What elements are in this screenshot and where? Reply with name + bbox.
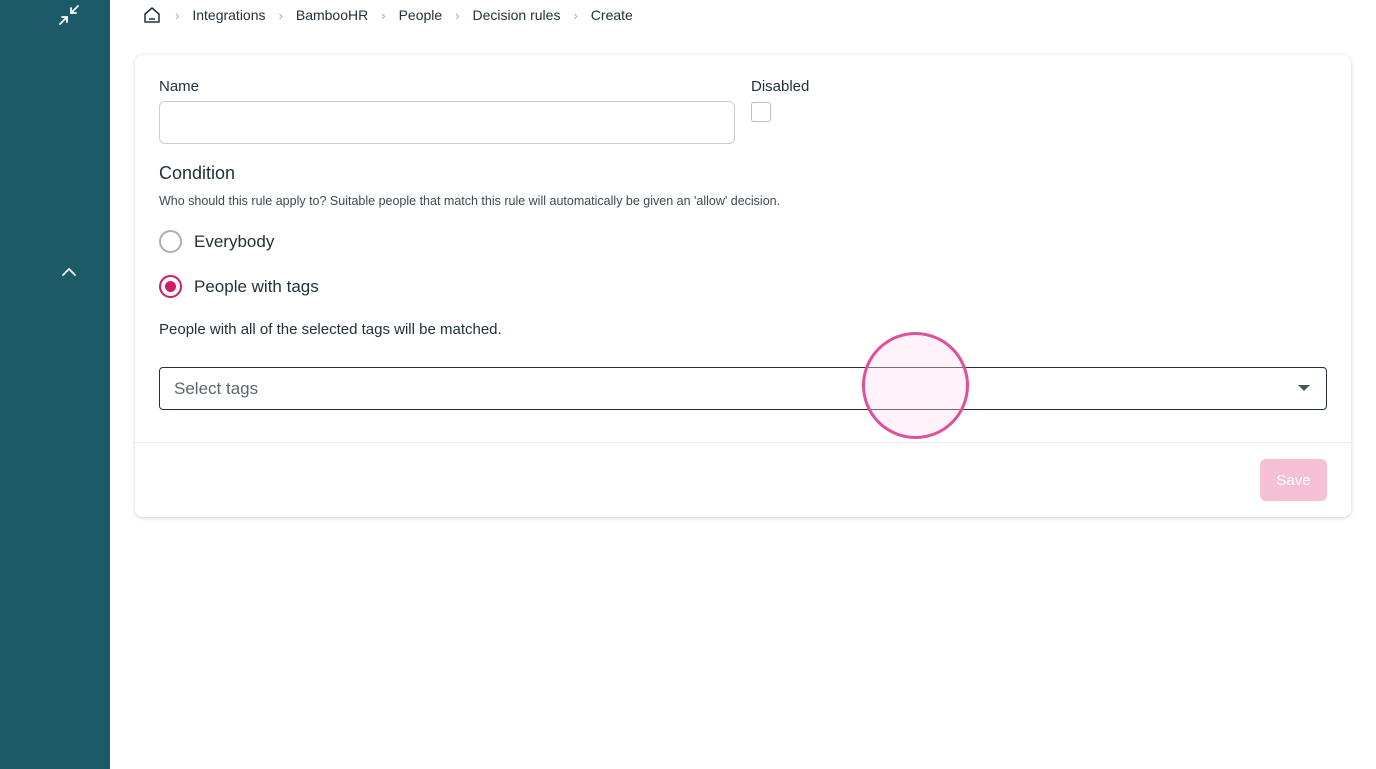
radio-button[interactable]: [159, 230, 182, 253]
divider: [135, 442, 1351, 443]
tags-note: People with all of the selected tags wil…: [159, 321, 502, 338]
disabled-checkbox[interactable]: [751, 102, 771, 122]
radio-button-selected[interactable]: [159, 275, 182, 298]
decision-rule-form: Name Disabled Condition Who should this …: [135, 55, 1351, 517]
breadcrumb-decision-rules[interactable]: Decision rules: [473, 7, 561, 23]
sidebar-chevron-button[interactable]: [58, 262, 80, 282]
breadcrumb-bamboohr[interactable]: BambooHR: [296, 7, 368, 23]
breadcrumb-separator: ›: [278, 7, 283, 23]
breadcrumb-separator: ›: [175, 7, 180, 23]
collapse-arrows-icon: [59, 5, 79, 25]
sidebar: [0, 0, 110, 769]
caret-down-icon: [1298, 385, 1310, 391]
condition-description: Who should this rule apply to? Suitable …: [159, 194, 781, 208]
radio-label: People with tags: [194, 276, 319, 296]
breadcrumb-integrations[interactable]: Integrations: [192, 7, 265, 23]
breadcrumb-home[interactable]: [142, 5, 162, 25]
breadcrumb-separator: ›: [573, 7, 578, 23]
tags-select[interactable]: Select tags: [159, 367, 1327, 410]
breadcrumb-separator: ›: [455, 7, 460, 23]
radio-everybody[interactable]: Everybody: [159, 230, 274, 253]
name-input[interactable]: [159, 101, 735, 144]
breadcrumb-create: Create: [590, 7, 633, 23]
chevron-up-icon: [62, 268, 76, 276]
save-button[interactable]: Save: [1260, 459, 1327, 501]
disabled-label: Disabled: [751, 78, 810, 95]
collapse-sidebar-button[interactable]: [56, 2, 82, 28]
breadcrumb-separator: ›: [381, 7, 386, 23]
breadcrumb: › Integrations › BambooHR › People › Dec…: [142, 4, 633, 26]
radio-label: Everybody: [194, 231, 275, 251]
breadcrumb-people[interactable]: People: [399, 7, 443, 23]
name-label: Name: [159, 78, 200, 95]
home-icon: [144, 7, 160, 23]
tags-select-placeholder: Select tags: [174, 378, 259, 398]
condition-title: Condition: [159, 163, 236, 183]
radio-people-with-tags[interactable]: People with tags: [159, 275, 319, 298]
